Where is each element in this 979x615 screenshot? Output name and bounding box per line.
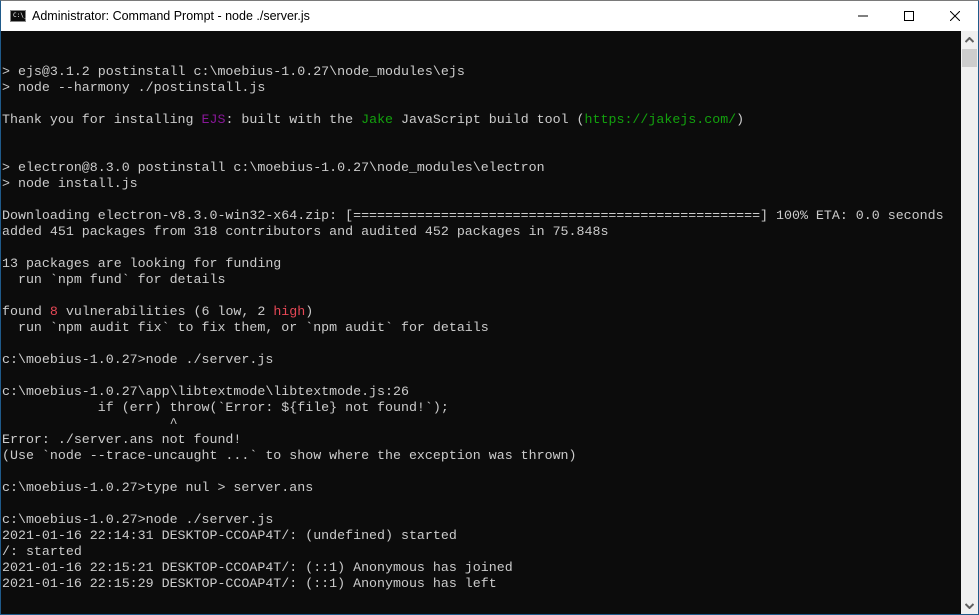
console-text: c:\moebius-1.0.27>node ./server.js [2,512,274,527]
console-text: (Use `node --trace-uncaught ...` to show… [2,448,577,463]
console-text: Downloading electron-v8.3.0-win32-x64.zi… [2,208,944,223]
scroll-up-arrow-icon [965,36,974,43]
console-line: Thank you for installing EJS: built with… [2,112,944,128]
console-text: c:\moebius-1.0.27>type nul > server.ans [2,480,314,495]
console-line: added 451 packages from 318 contributors… [2,224,944,240]
console-line: > ejs@3.1.2 postinstall c:\moebius-1.0.2… [2,64,944,80]
maximize-button[interactable] [886,1,932,31]
console-text: Error: ./server.ans not found! [2,432,242,447]
console-text-red: 8 [49,304,58,319]
console-text: found [2,304,50,319]
title-bar[interactable]: C:\_ Administrator: Command Prompt - nod… [1,1,978,31]
console-line: ^ [2,416,944,432]
console-text: 13 packages are looking for funding [2,256,282,271]
command-prompt-icon[interactable]: C:\_ [10,10,28,22]
close-icon [950,11,960,21]
console-text: ) [736,112,745,127]
console-text: > node install.js [2,176,138,191]
console-text: c:\moebius-1.0.27\app\libtextmode\libtex… [2,384,409,399]
console-line: 2021-01-16 22:15:21 DESKTOP-CCOAP4T/: (:… [2,560,944,576]
console-text: : built with the [225,112,362,127]
scrollbar-thumb[interactable] [962,49,977,67]
command-prompt-window: C:\_ Administrator: Command Prompt - nod… [0,0,979,615]
console-text: /: started [2,544,82,559]
console-text-red: high [273,304,306,319]
console-text: if (err) throw(`Error: ${file} not found… [2,400,449,415]
scroll-down-button[interactable] [961,597,978,614]
window-title: Administrator: Command Prompt - node ./s… [32,9,310,23]
app-icon-glyph: C:\_ [13,12,28,19]
console-text-green: Jake [361,112,394,127]
console-text: 2021-01-16 22:15:21 DESKTOP-CCOAP4T/: (:… [2,560,513,575]
console-text: ) [305,304,314,319]
console-text: c:\moebius-1.0.27>node ./server.js [2,352,274,367]
console-line: c:\moebius-1.0.27>node ./server.js [2,352,944,368]
console-line: 2021-01-16 22:14:31 DESKTOP-CCOAP4T/: (u… [2,528,944,544]
console-line: c:\moebius-1.0.27>type nul > server.ans [2,480,944,496]
console-output[interactable]: > ejs@3.1.2 postinstall c:\moebius-1.0.2… [1,31,961,614]
console-line: c:\moebius-1.0.27>node ./server.js [2,512,944,528]
console-line: 2021-01-16 22:15:29 DESKTOP-CCOAP4T/: (:… [2,576,944,592]
console-line: found 8 vulnerabilities (6 low, 2 high) [2,304,944,320]
console-text: JavaScript build tool ( [393,112,585,127]
minimize-button[interactable] [840,1,886,31]
scroll-up-button[interactable] [961,31,978,48]
maximize-icon [904,11,914,21]
console-text: > electron@8.3.0 postinstall c:\moebius-… [2,160,545,175]
console-line: c:\moebius-1.0.27\app\libtextmode\libtex… [2,384,944,400]
console-text: Thank you for installing [2,112,202,127]
console-lines: > ejs@3.1.2 postinstall c:\moebius-1.0.2… [2,64,944,592]
console-line: > electron@8.3.0 postinstall c:\moebius-… [2,160,944,176]
console-line: run `npm audit fix` to fix them, or `npm… [2,320,944,336]
console-line: /: started [2,544,944,560]
console-text-green: https://jakejs.com/ [584,112,737,127]
console-text: added 451 packages from 318 contributors… [2,224,609,239]
console-text: > node --harmony ./postinstall.js [2,80,266,95]
console-text: run `npm fund` for details [2,272,226,287]
window-controls [840,1,978,31]
console-line: if (err) throw(`Error: ${file} not found… [2,400,944,416]
console-line: Error: ./server.ans not found! [2,432,944,448]
console-line: 13 packages are looking for funding [2,256,944,272]
console-line: run `npm fund` for details [2,272,944,288]
console-text-magenta: EJS [201,112,226,127]
console-line: > node --harmony ./postinstall.js [2,80,944,96]
console-line: > node install.js [2,176,944,192]
console-line: Downloading electron-v8.3.0-win32-x64.zi… [2,208,944,224]
scroll-down-arrow-icon [965,602,974,609]
console-text: > ejs@3.1.2 postinstall c:\moebius-1.0.2… [2,64,465,79]
console-text: vulnerabilities (6 low, 2 [57,304,274,319]
console-line: (Use `node --trace-uncaught ...` to show… [2,448,944,464]
vertical-scrollbar[interactable] [961,31,978,614]
console-text: 2021-01-16 22:15:29 DESKTOP-CCOAP4T/: (:… [2,576,497,591]
console-text: 2021-01-16 22:14:31 DESKTOP-CCOAP4T/: (u… [2,528,457,543]
console-text: ^ [2,416,178,431]
console-text: run `npm audit fix` to fix them, or `npm… [2,320,489,335]
minimize-icon [858,15,868,17]
close-button[interactable] [932,1,978,31]
